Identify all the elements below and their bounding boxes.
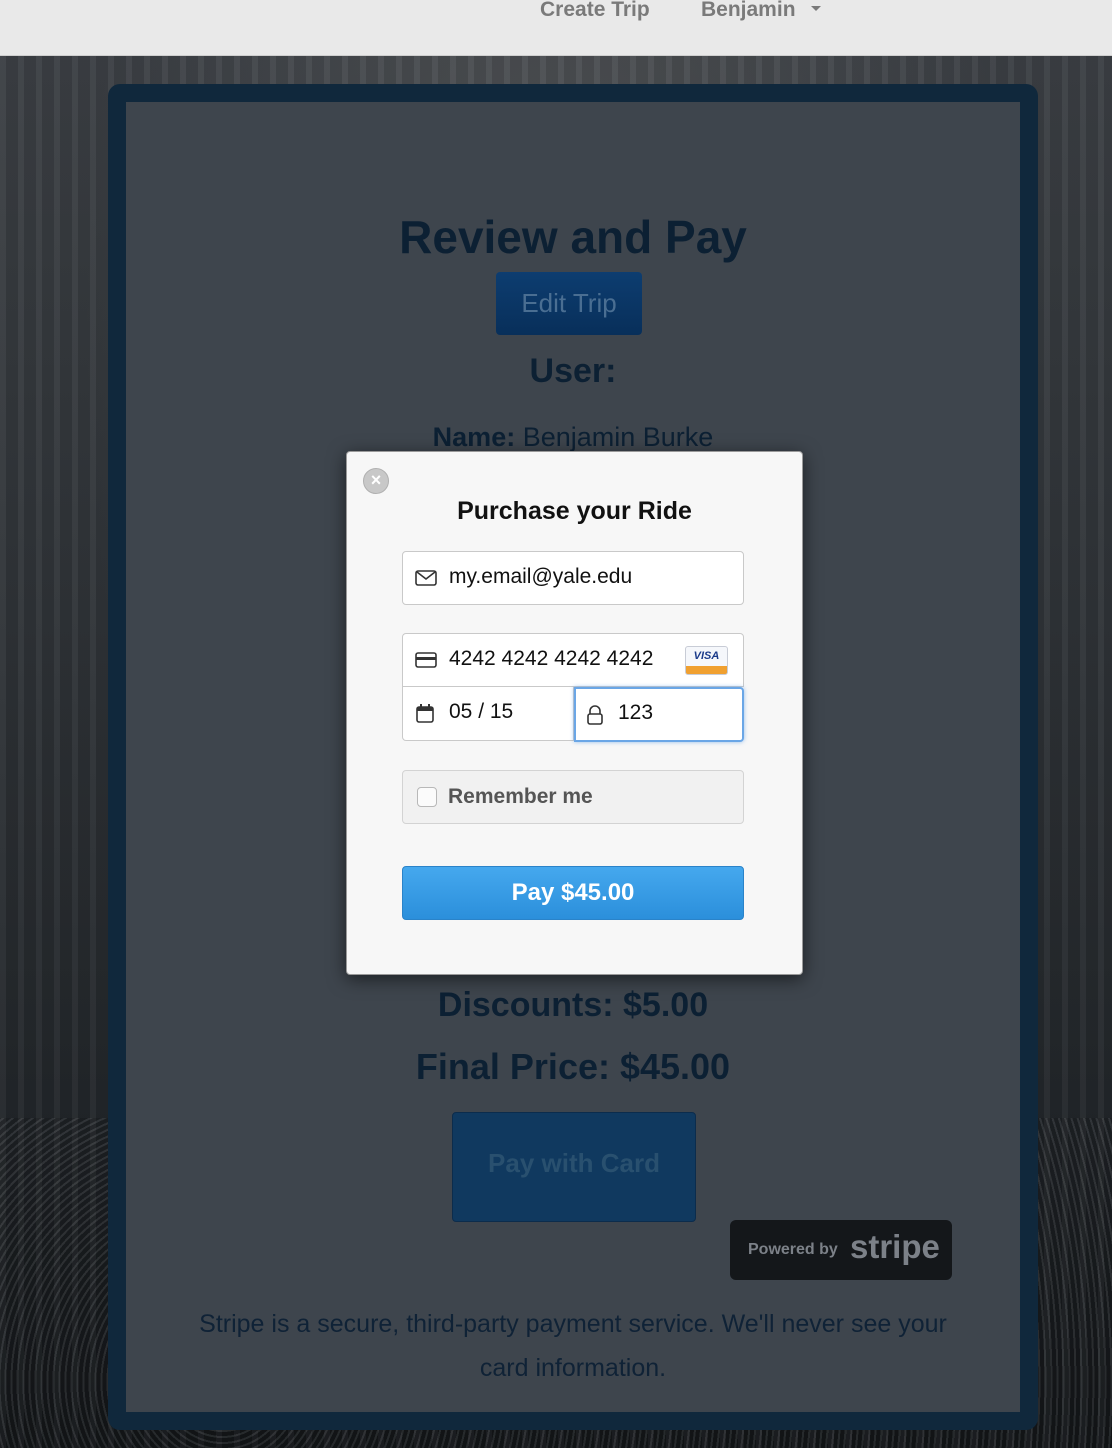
- pay-with-card-button[interactable]: Pay with Card: [452, 1112, 696, 1222]
- stripe-logo: stripe: [850, 1228, 940, 1265]
- close-icon[interactable]: ×: [363, 468, 389, 494]
- lock-icon: [587, 705, 603, 725]
- remember-me-row[interactable]: Remember me: [402, 770, 744, 824]
- card-number-value: 4242 4242 4242 4242: [449, 647, 654, 670]
- edit-trip-button[interactable]: Edit Trip: [496, 272, 642, 335]
- name-label: Name:: [432, 422, 516, 452]
- page-title: Review and Pay: [399, 211, 747, 263]
- expiry-field[interactable]: 05 / 15: [402, 687, 574, 741]
- remember-me-label: Remember me: [448, 785, 593, 808]
- final-price-line: Final Price: $45.00: [415, 1046, 731, 1087]
- calendar-icon: [416, 704, 434, 723]
- visa-logo: VISA: [685, 646, 728, 675]
- remember-me-checkbox[interactable]: [417, 787, 437, 807]
- envelope-icon: [415, 570, 437, 586]
- credit-card-icon: [415, 652, 437, 668]
- nav-user-menu[interactable]: Benjamin: [701, 0, 796, 22]
- security-note: Stripe is a secure, third-party payment …: [199, 1310, 947, 1382]
- discounts-line: Discounts: $5.00: [437, 986, 709, 1024]
- navbar: Create Trip Benjamin: [0, 0, 1112, 56]
- nav-create-trip[interactable]: Create Trip: [540, 0, 650, 22]
- cvc-field[interactable]: 123: [574, 687, 744, 742]
- powered-by-stripe-badge[interactable]: Powered by stripe: [730, 1220, 952, 1280]
- powered-by-text: Powered by: [748, 1241, 838, 1258]
- cvc-value: 123: [618, 701, 654, 724]
- name-value: Benjamin Burke: [522, 422, 714, 452]
- email-field[interactable]: my.email@yale.edu: [402, 551, 744, 605]
- modal-title: Purchase your Ride: [457, 497, 692, 525]
- email-value: my.email@yale.edu: [449, 565, 633, 588]
- pay-button[interactable]: Pay $45.00: [402, 866, 744, 920]
- user-heading: User:: [529, 352, 617, 390]
- stripe-checkout-modal: × Purchase your Ride my.email@yale.edu 4…: [346, 451, 803, 975]
- expiry-value: 05 / 15: [449, 700, 514, 723]
- caret-down-icon[interactable]: [811, 6, 821, 11]
- user-name-line: Name: Benjamin Burke: [126, 422, 1020, 453]
- card-number-field[interactable]: 4242 4242 4242 4242 VISA: [402, 633, 744, 687]
